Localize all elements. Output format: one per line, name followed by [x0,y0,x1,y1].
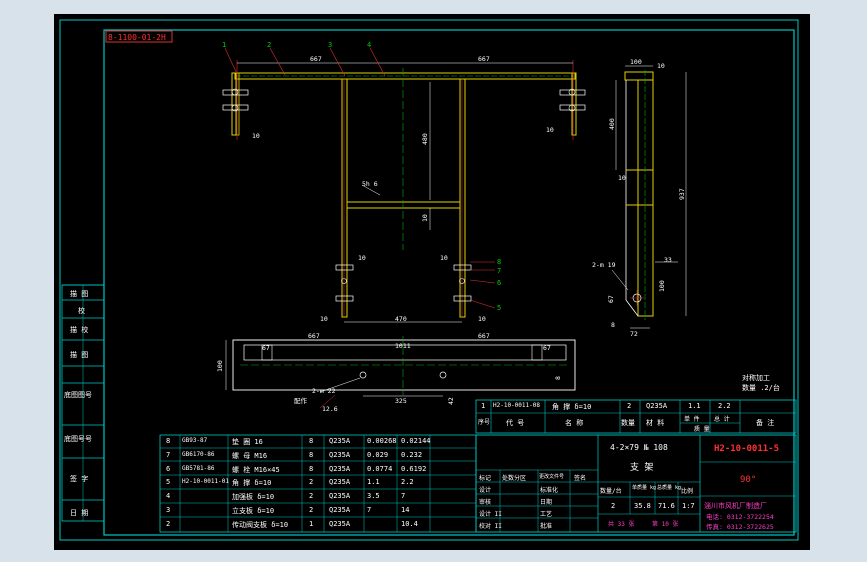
tb-review: 工艺 [540,511,553,518]
bom-header-name: 名 称 [565,419,584,427]
bom-cell-w1: 7 [367,506,372,514]
tb-check: 审核 [479,499,492,506]
tb-change: 更改文件号 [539,474,565,480]
bom-top-code: H2-10-0011-08 [493,402,540,409]
tb-sheet: 第 10 张 [652,521,679,528]
bom-cell-code: H2-10-0011-01 [182,478,229,486]
bom-cell-qty: 2 [309,478,314,487]
bom-cell-no: 3 [166,506,171,514]
bom-top-name: 角 撑 δ=10 [552,403,592,411]
tb-qty-val: 2 [611,502,616,510]
tb-total-w: 总质量 kg [657,485,682,491]
bom-header-remark: 备 注 [756,419,775,427]
bom-cell-no: 4 [166,492,171,501]
text-overlay: 1 H2-10-0011-08 角 撑 δ=10 2 Q235A 1.1 2.2… [0,0,867,562]
bom-cell-no: 2 [166,519,171,528]
bom-cell-no: 6 [166,464,171,473]
bom-cell-w1: 0.029 [367,450,389,459]
bom-cell-w2: 2.2 [401,478,414,487]
tb-total-val: 71.6 [658,502,675,510]
drawing-code: H2-10-0011-5 [714,444,780,454]
bom-top-qty: 2 [627,402,632,410]
bom-cell-qty: 8 [309,464,314,473]
bom-cell-mat: Q235A [329,492,351,501]
bom-cell-w2: 7 [401,492,406,501]
bom-cell-qty: 1 [309,519,314,528]
tb-phone: 电话: 0312-3722254 [706,513,774,521]
bom-header-total: 总 计 [714,416,730,423]
tb-unit-w: 单质量 kg [632,485,657,491]
bom-header-seq: 序号 [478,419,491,426]
bom-top-no: 1 [481,402,486,410]
bom-header-qty: 数量 [621,419,635,427]
tb-approve: 批准 [540,523,553,530]
bom-cell-w1: 0.0774 [367,464,393,473]
bom-cell-name: 螺 母 M16 [232,451,268,460]
angle-label: 90° [740,475,757,485]
tb-company: 淄川市风机厂制造厂 [704,502,767,510]
bom-cell-w1: 0.00268 [367,437,397,445]
bom-cell-w2: 0.232 [401,450,423,459]
bom-header-code: 代 号 [506,419,525,427]
bom-cell-no: 7 [166,450,171,459]
tb-date: 日期 [540,499,553,506]
tb-sign: 签名 [574,475,587,482]
tb-design3: 校对 II [479,523,502,530]
bom-top-w2: 2.2 [718,402,731,410]
bom-cell-code: GB6170-86 [182,450,215,458]
bom-cell-mat: Q235A [329,450,351,459]
bom-cell-name: 加强板 δ=10 [232,493,275,502]
bom-cell-code: GB5781-86 [182,464,215,472]
tb-design: 设计 [479,487,492,494]
bom-cell-qty: 2 [309,506,314,514]
tb-scale: 比例 [681,488,694,495]
bom-cell-name: 传动阀支板 δ=10 [232,520,289,529]
tb-design2: 设计 II [479,511,502,518]
tb-count: 处数 [502,475,515,482]
bom-cell-w2: 14 [401,506,410,514]
bom-header-weight: 质 量 [694,426,710,433]
bom-cell-name: 垫 圈 16 [232,438,263,446]
tb-unit-val: 35.8 [634,502,651,510]
bom-top-w1: 1.1 [688,402,701,410]
bom-cell-mat: Q235A [329,478,351,487]
bom-cell-w1: 3.5 [367,492,380,501]
tb-scale-val: 1:7 [682,502,695,510]
bom-cell-name: 角 撑 δ=10 [232,479,272,488]
tb-mark: 标记 [479,475,492,482]
title-name: 支 架 [630,463,654,473]
tb-sheets: 共 33 张 [608,521,635,528]
bom-cell-no: 5 [166,478,171,487]
bom-cell-w2: 0.6192 [401,464,427,473]
bom-cell-name: 立支板 δ=10 [232,507,275,515]
tb-qty-per: 数量/台 [600,488,622,495]
bom-cell-no: 8 [166,437,171,445]
bom-cell-mat: Q235A [329,506,351,514]
bom-cell-w2: 0.02144 [401,437,431,445]
title-spec: 4-2×79 № 108 [610,443,668,452]
bom-cell-mat: Q235A [329,437,351,445]
bom-cell-qty: 8 [309,437,314,445]
bom-header-single: 单 件 [684,416,700,423]
tb-std: 标准化 [540,487,559,494]
bom-cell-mat: Q235A [329,519,351,528]
bom-header-mat: 材 料 [646,419,665,427]
bom-cell-w2: 10.4 [401,519,418,528]
bom-cell-qty: 2 [309,492,314,501]
bom-cell-w1: 1.1 [367,478,380,487]
tb-zone: 分区 [514,475,527,482]
bom-cell-mat: Q235A [329,464,351,473]
bom-top-mat: Q235A [646,402,668,410]
bom-cell-name: 螺 栓 M16×45 [232,465,280,474]
bom-cell-qty: 8 [309,450,314,459]
bom-cell-code: GB93-87 [182,437,208,444]
tb-fax: 传真: 0312-3722625 [706,523,774,531]
